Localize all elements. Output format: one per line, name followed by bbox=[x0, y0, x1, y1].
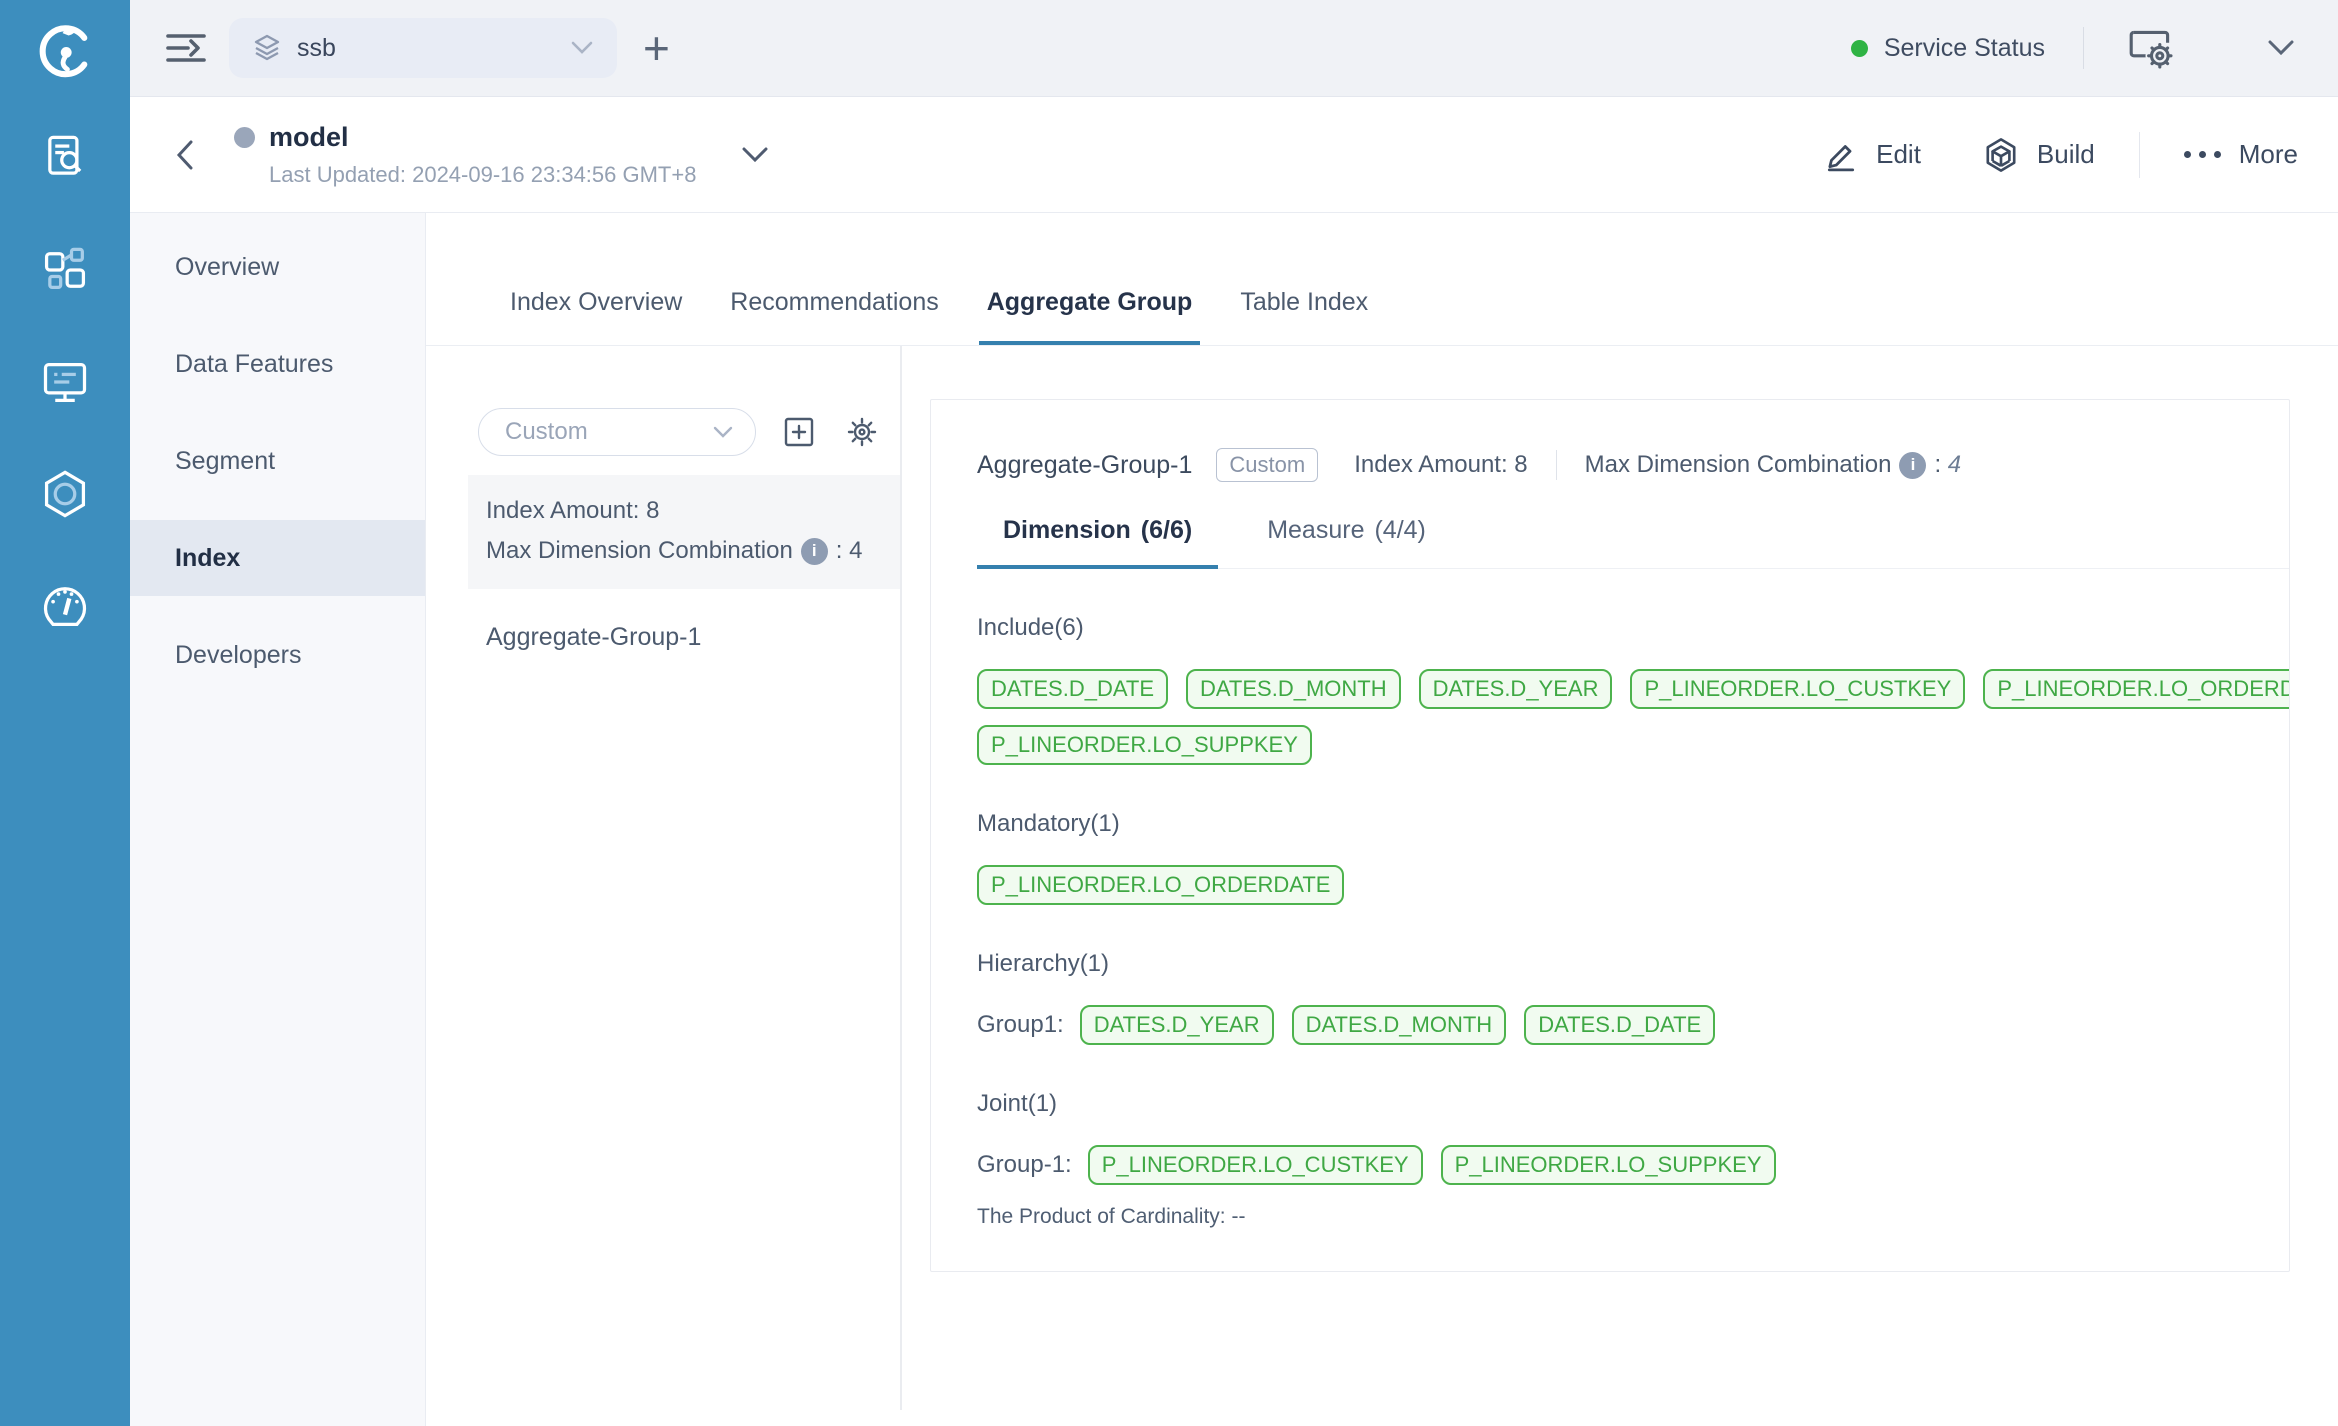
model-expand-chevron-icon[interactable] bbox=[742, 147, 768, 163]
index-page: Index Overview Recommendations Aggregate… bbox=[426, 213, 2338, 1426]
summary-index-amount: Index Amount: 8 bbox=[486, 491, 900, 531]
joint-group-row: Group-1: P_LINEORDER.LO_CUSTKEYP_LINEORD… bbox=[977, 1145, 2289, 1185]
dimension-tag: DATES.D_MONTH bbox=[1186, 669, 1401, 709]
custom-badge: Custom bbox=[1216, 448, 1318, 482]
dimension-tag: P_LINEORDER.LO_ORDERDATE bbox=[1983, 669, 2289, 709]
last-updated: Last Updated: 2024-09-16 23:34:56 GMT+8 bbox=[269, 162, 696, 188]
joint-group-label: Group-1: bbox=[977, 1151, 1072, 1179]
project-selector[interactable]: ssb bbox=[229, 18, 617, 78]
cardinality-note: The Product of Cardinality: -- bbox=[977, 1205, 2289, 1229]
dimension-tag: DATES.D_MONTH bbox=[1292, 1005, 1507, 1045]
data-assets-icon[interactable] bbox=[39, 244, 91, 296]
aggregate-group-detail-card: Aggregate-Group-1 Custom Index Amount: 8… bbox=[930, 399, 2290, 1272]
dimension-tag: DATES.D_DATE bbox=[977, 669, 1168, 709]
model-side-nav: Overview Data Features Segment Index Dev… bbox=[130, 213, 426, 1426]
snapshot-icon[interactable] bbox=[39, 468, 91, 520]
hierarchy-group-row: Group1: DATES.D_YEARDATES.D_MONTHDATES.D… bbox=[977, 1005, 2289, 1045]
info-icon[interactable]: i bbox=[801, 538, 828, 565]
back-icon[interactable] bbox=[176, 140, 194, 170]
build-label: Build bbox=[2037, 139, 2095, 170]
service-status-dot bbox=[1851, 40, 1868, 57]
job-monitor-icon[interactable] bbox=[39, 356, 91, 408]
dimension-tag: P_LINEORDER.LO_CUSTKEY bbox=[1630, 669, 1965, 709]
add-aggregate-group-button[interactable] bbox=[784, 417, 814, 447]
divider bbox=[2083, 27, 2084, 69]
add-project-button[interactable]: + bbox=[643, 28, 670, 68]
ellipsis-icon bbox=[2184, 151, 2221, 158]
top-bar: ssb + Service Status bbox=[130, 0, 2338, 97]
model-title: model bbox=[269, 122, 349, 153]
sidenav-item-data-features[interactable]: Data Features bbox=[130, 326, 425, 402]
kylin-logo bbox=[0, 0, 130, 100]
more-label: More bbox=[2239, 139, 2298, 170]
build-button[interactable]: Build bbox=[1983, 137, 2095, 173]
tab-measure[interactable]: Measure(4/4) bbox=[1241, 516, 1452, 569]
chevron-down-icon bbox=[713, 426, 733, 438]
aggregate-settings-button[interactable] bbox=[846, 416, 878, 448]
joint-section-label: Joint(1) bbox=[977, 1089, 2289, 1119]
detail-index-amount: Index Amount: 8 bbox=[1354, 451, 1527, 479]
chevron-down-icon bbox=[571, 41, 593, 55]
detail-max-dimension: Max Dimension Combination i : 4 bbox=[1585, 451, 1962, 479]
summary-max-dimension: Max Dimension Combination i : 4 bbox=[486, 531, 900, 571]
sidenav-item-developers[interactable]: Developers bbox=[130, 617, 425, 693]
layers-icon bbox=[253, 34, 281, 62]
index-type-placeholder: Custom bbox=[505, 418, 713, 446]
dimension-tag: P_LINEORDER.LO_SUPPKEY bbox=[977, 725, 1312, 765]
menu-unfold-icon[interactable] bbox=[165, 30, 207, 66]
dimension-measure-tabs: Dimension(6/6) Measure(4/4) bbox=[977, 516, 2289, 569]
info-icon[interactable]: i bbox=[1899, 452, 1926, 479]
tab-recommendations[interactable]: Recommendations bbox=[722, 288, 946, 345]
sidenav-item-overview[interactable]: Overview bbox=[130, 229, 425, 305]
tab-table-index[interactable]: Table Index bbox=[1232, 288, 1376, 345]
dimension-tag: DATES.D_YEAR bbox=[1419, 669, 1613, 709]
more-button[interactable]: More bbox=[2184, 139, 2298, 170]
include-section-label: Include(6) bbox=[977, 613, 2289, 643]
aggregate-group-list-item[interactable]: Aggregate-Group-1 bbox=[426, 617, 900, 657]
project-name: ssb bbox=[297, 34, 571, 63]
dimension-tag: P_LINEORDER.LO_ORDERDATE bbox=[977, 865, 1344, 905]
joint-tags: P_LINEORDER.LO_CUSTKEY P_LINEORDER.LO_SUP… bbox=[1088, 1145, 1776, 1185]
mandatory-tag-row: P_LINEORDER.LO_ORDERDATE bbox=[977, 865, 2289, 905]
mandatory-section-label: Mandatory(1) bbox=[977, 809, 2289, 839]
hierarchy-section-label: Hierarchy(1) bbox=[977, 949, 2289, 979]
index-type-select[interactable]: Custom bbox=[478, 408, 756, 456]
detail-title: Aggregate-Group-1 bbox=[977, 451, 1192, 480]
tab-dimension[interactable]: Dimension(6/6) bbox=[977, 516, 1218, 569]
edit-button[interactable]: Edit bbox=[1824, 138, 1921, 172]
edit-label: Edit bbox=[1876, 139, 1921, 170]
aggregate-group-list-panel: Custom bbox=[426, 346, 902, 1410]
sidenav-item-index[interactable]: Index bbox=[130, 520, 425, 596]
dimension-tag: DATES.D_DATE bbox=[1524, 1005, 1715, 1045]
pencil-icon bbox=[1824, 138, 1858, 172]
service-status-label[interactable]: Service Status bbox=[1884, 34, 2045, 63]
tab-aggregate-group[interactable]: Aggregate Group bbox=[979, 288, 1201, 345]
app-rail bbox=[0, 0, 130, 1426]
query-insight-icon[interactable] bbox=[39, 132, 91, 184]
divider bbox=[2139, 132, 2140, 178]
divider bbox=[1556, 450, 1557, 480]
sidenav-item-segment[interactable]: Segment bbox=[130, 423, 425, 499]
dimension-tag: P_LINEORDER.LO_SUPPKEY bbox=[1441, 1145, 1776, 1185]
hierarchy-tags: DATES.D_YEAR DATES.D_MONTH DATES.D_DATE bbox=[1080, 1005, 1715, 1045]
include-tag-row-2: P_LINEORDER.LO_SUPPKEY bbox=[977, 725, 2289, 765]
dimension-tag: P_LINEORDER.LO_CUSTKEY bbox=[1088, 1145, 1423, 1185]
dashboard-icon[interactable] bbox=[39, 580, 91, 632]
hierarchy-group-label: Group1: bbox=[977, 1011, 1064, 1039]
admin-settings-icon[interactable] bbox=[2126, 27, 2178, 69]
build-cube-icon bbox=[1983, 137, 2019, 173]
tab-index-overview[interactable]: Index Overview bbox=[502, 288, 690, 345]
aggregate-summary: Index Amount: 8 Max Dimension Combinatio… bbox=[468, 475, 900, 589]
model-header: model Last Updated: 2024-09-16 23:34:56 … bbox=[130, 97, 2338, 213]
include-tag-row-1: DATES.D_DATE DATES.D_MONTH DATES.D_YEAR P_L… bbox=[977, 669, 2289, 709]
model-status-dot bbox=[234, 127, 255, 148]
index-tabs: Index Overview Recommendations Aggregate… bbox=[426, 213, 2338, 346]
account-chevron-icon[interactable] bbox=[2268, 40, 2294, 56]
dimension-tag: DATES.D_YEAR bbox=[1080, 1005, 1274, 1045]
